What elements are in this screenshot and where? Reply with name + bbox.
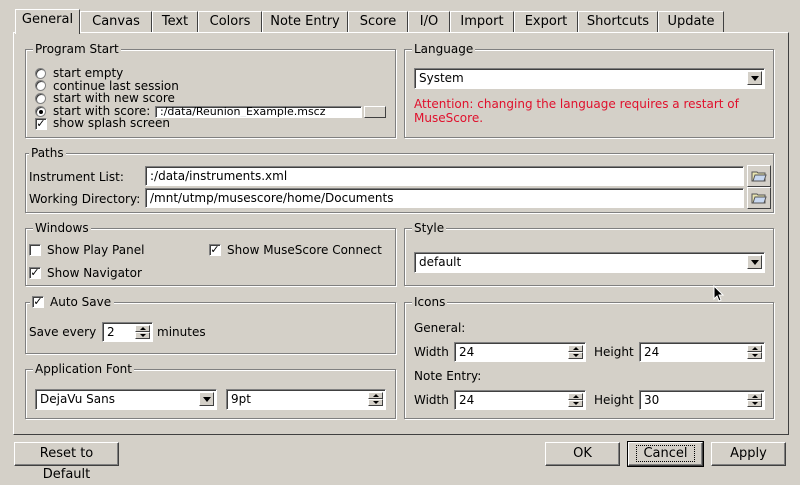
- note-width-value: 24: [459, 393, 475, 407]
- spin-arrows-icon[interactable]: [568, 345, 583, 359]
- font-size-spinbox[interactable]: 9pt: [226, 389, 386, 410]
- app-font-title: Application Font: [33, 362, 134, 376]
- radio-continue-session[interactable]: [35, 80, 46, 91]
- spin-arrows-icon[interactable]: [747, 345, 762, 359]
- navigator-checkbox[interactable]: ✓: [29, 267, 41, 279]
- new-score-label: start with new score: [53, 91, 175, 105]
- tab-colors[interactable]: Colors: [198, 11, 262, 33]
- radio-start-with-score[interactable]: [35, 106, 46, 117]
- general-height-value: 24: [644, 345, 660, 359]
- icons-general-label: General:: [414, 321, 466, 335]
- autosave-minutes-value: 2: [107, 325, 115, 339]
- mouse-cursor-icon: [713, 285, 725, 302]
- tab-note-entry[interactable]: Note Entry: [262, 11, 348, 33]
- font-size-value: 9pt: [231, 392, 251, 406]
- program-start-title: Program Start: [33, 42, 121, 56]
- tab-score[interactable]: Score: [348, 11, 408, 33]
- language-combo[interactable]: System: [414, 68, 765, 89]
- general-width-spinbox[interactable]: 24: [454, 342, 586, 362]
- working-directory-field[interactable]: /mnt/utmp/musescore/home/Documents: [145, 188, 744, 208]
- spin-arrows-icon[interactable]: [747, 393, 762, 407]
- chevron-down-icon[interactable]: [199, 392, 214, 406]
- font-family-value: DejaVu Sans: [40, 392, 115, 406]
- folder-open-icon: [751, 171, 767, 182]
- font-family-combo[interactable]: DejaVu Sans: [35, 389, 217, 410]
- paths-title: Paths: [29, 146, 66, 160]
- score-browse-button[interactable]: [364, 106, 386, 118]
- icons-title: Icons: [412, 295, 448, 309]
- apply-button[interactable]: Apply: [711, 442, 786, 466]
- cancel-label: Cancel: [636, 445, 695, 462]
- instrument-list-field[interactable]: :/data/instruments.xml: [145, 166, 744, 186]
- autosave-minutes-spinbox[interactable]: 2: [102, 322, 153, 342]
- radio-new-score[interactable]: [35, 93, 46, 104]
- icons-note-entry-label: Note Entry:: [414, 369, 482, 383]
- windows-title: Windows: [33, 221, 91, 235]
- chevron-down-icon[interactable]: [747, 71, 762, 85]
- reset-to-default-button[interactable]: Reset to Default: [14, 442, 119, 482]
- style-value: default: [419, 255, 462, 269]
- general-height-spinbox[interactable]: 24: [639, 342, 765, 362]
- note-height-spinbox[interactable]: 30: [639, 390, 765, 410]
- tab-io[interactable]: I/O: [408, 11, 450, 33]
- splash-checkbox[interactable]: ✓: [35, 118, 47, 130]
- autosave-label: Auto Save: [50, 295, 112, 309]
- language-value: System: [419, 71, 464, 85]
- tab-shortcuts[interactable]: Shortcuts: [578, 11, 658, 33]
- start-empty-label: start empty: [53, 66, 124, 80]
- language-title: Language: [412, 42, 476, 56]
- instrument-browse-button[interactable]: [747, 165, 771, 187]
- style-title: Style: [412, 221, 447, 235]
- spin-arrows-icon[interactable]: [368, 392, 383, 406]
- language-warning: Attention: changing the language require…: [414, 97, 739, 125]
- chevron-down-icon[interactable]: [747, 255, 762, 269]
- tab-export[interactable]: Export: [514, 11, 578, 33]
- tab-import[interactable]: Import: [450, 11, 514, 33]
- tab-text[interactable]: Text: [152, 11, 198, 33]
- general-width-label: Width: [414, 345, 449, 359]
- musescore-connect-label: Show MuseScore Connect: [227, 243, 382, 257]
- play-panel-checkbox[interactable]: [29, 244, 41, 256]
- note-width-label: Width: [414, 393, 449, 407]
- save-every-label: Save every: [29, 325, 97, 339]
- note-height-label: Height: [594, 393, 634, 407]
- working-directory-label: Working Directory:: [29, 192, 141, 206]
- musescore-connect-checkbox[interactable]: ✓: [209, 244, 221, 256]
- splash-label: show splash screen: [53, 116, 170, 130]
- general-height-label: Height: [594, 345, 634, 359]
- instrument-list-label: Instrument List:: [29, 170, 124, 184]
- tab-update[interactable]: Update: [658, 11, 724, 33]
- general-width-value: 24: [459, 345, 475, 359]
- style-combo[interactable]: default: [414, 252, 765, 273]
- note-height-value: 30: [644, 393, 660, 407]
- cancel-button[interactable]: Cancel: [627, 441, 704, 467]
- spin-arrows-icon[interactable]: [135, 325, 150, 339]
- score-path-field[interactable]: :/data/Reunion_Example.mscz: [155, 106, 362, 118]
- minutes-label: minutes: [157, 325, 206, 339]
- note-width-spinbox[interactable]: 24: [454, 390, 586, 410]
- folder-open-icon: [751, 193, 767, 204]
- play-panel-label: Show Play Panel: [47, 243, 145, 257]
- autosave-checkbox[interactable]: ✓: [32, 296, 44, 308]
- ok-button[interactable]: OK: [545, 442, 620, 466]
- tab-canvas[interactable]: Canvas: [80, 11, 152, 33]
- spin-arrows-icon[interactable]: [568, 393, 583, 407]
- tab-general[interactable]: General: [15, 9, 80, 36]
- radio-start-empty[interactable]: [35, 68, 46, 79]
- workdir-browse-button[interactable]: [747, 187, 771, 209]
- navigator-label: Show Navigator: [47, 266, 142, 280]
